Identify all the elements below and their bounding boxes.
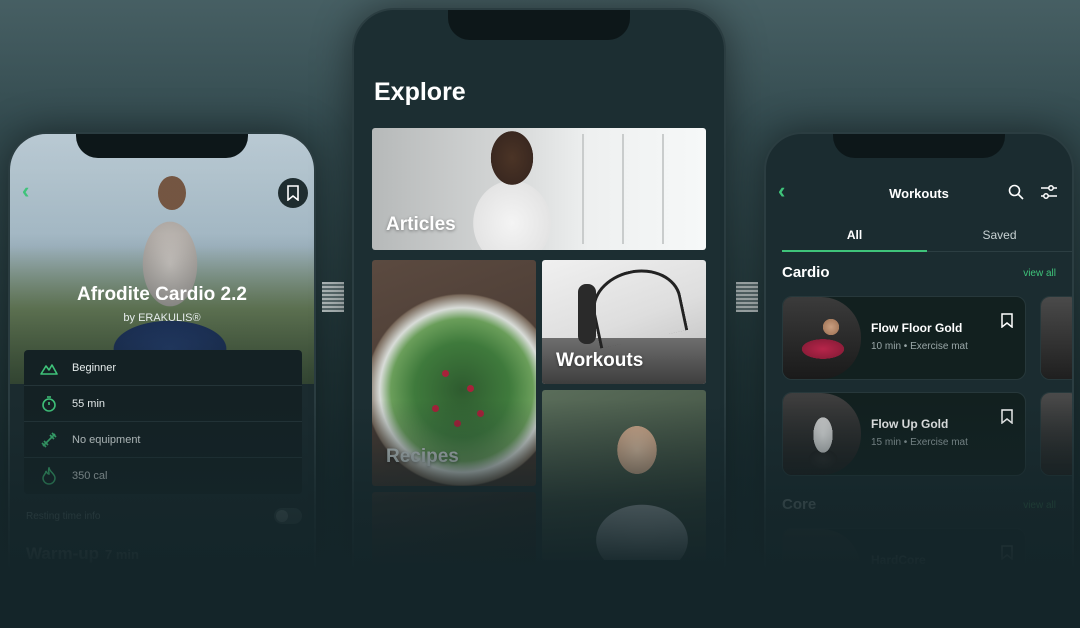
- articles-card-label: Articles: [386, 214, 456, 235]
- workout-tabs: All Saved: [782, 224, 1072, 252]
- lifestyle-card[interactable]: [542, 390, 706, 560]
- stopwatch-icon: [38, 394, 60, 414]
- warm-up-section-title: Warm-up 7 min: [26, 544, 139, 563]
- bookmark-icon[interactable]: [1001, 313, 1013, 328]
- workout-card-peek[interactable]: [1040, 296, 1072, 380]
- dumbbell-icon: [38, 430, 60, 450]
- detail-label: 55 min: [72, 397, 106, 410]
- workout-byline: by ERAKULIS®: [123, 312, 201, 324]
- workout-detail-phone: ‹ Afrodite Cardio 2.2 by ERAKULIS® Begin…: [8, 132, 316, 628]
- detail-label: Beginner: [72, 361, 117, 374]
- workout-card[interactable]: Flow Up Gold 15 min • Exercise mat: [782, 392, 1026, 476]
- bookmark-icon[interactable]: [1001, 409, 1013, 424]
- resting-time-label: Resting time info: [26, 510, 101, 522]
- workout-details-list: Beginner 55 min No equipment 350 cal: [24, 350, 302, 494]
- detail-calories: 350 cal: [24, 458, 302, 494]
- explore-phone: Explore Articles Recipes Workouts: [352, 8, 726, 628]
- workouts-card-label: Workouts: [556, 350, 644, 371]
- detail-label: No equipment: [72, 433, 141, 446]
- workout-title: Afrodite Cardio 2.2: [77, 284, 247, 305]
- phone-notch: [833, 134, 1005, 158]
- detail-duration: 55 min: [24, 386, 302, 422]
- divider-artifact: [736, 282, 758, 312]
- workout-card-peek[interactable]: [1040, 392, 1072, 476]
- detail-level: Beginner: [24, 350, 302, 386]
- filter-icon[interactable]: [1040, 184, 1058, 200]
- detail-equipment: No equipment: [24, 422, 302, 458]
- workout-thumbnail: [783, 297, 861, 379]
- bookmark-icon: [287, 185, 299, 201]
- workout-name: Flow Up Gold: [871, 417, 949, 431]
- resting-time-toggle[interactable]: [274, 508, 302, 524]
- workout-meta: 10 min • Exercise mat: [871, 341, 968, 352]
- cardio-view-all-link[interactable]: view all: [1023, 268, 1056, 279]
- core-view-all-link[interactable]: view all: [1023, 500, 1056, 511]
- workout-name: Flow Floor Gold: [871, 321, 963, 335]
- workout-name: HardCore: [871, 553, 926, 567]
- bookmark-button[interactable]: [278, 178, 308, 208]
- workout-thumbnail: [783, 529, 861, 611]
- workouts-list-phone: ‹ Workouts All Saved Cardio view all Flo…: [764, 132, 1074, 628]
- workouts-card[interactable]: Workouts: [542, 260, 706, 384]
- workout-card[interactable]: Flow Floor Gold 10 min • Exercise mat: [782, 296, 1026, 380]
- tab-all[interactable]: All: [782, 224, 927, 252]
- mountain-icon: [38, 358, 60, 378]
- bookmark-icon[interactable]: [1001, 545, 1013, 560]
- core-section-title: Core: [782, 496, 817, 513]
- phone-notch: [448, 10, 630, 40]
- page-title: Explore: [374, 78, 466, 106]
- resting-time-row: Resting time info: [26, 508, 302, 524]
- phone-notch: [76, 134, 248, 158]
- flame-icon: [38, 466, 60, 486]
- back-arrow-icon[interactable]: ‹: [22, 178, 29, 204]
- workout-meta: 15 min • Exercise mat: [871, 437, 968, 448]
- tab-saved[interactable]: Saved: [927, 224, 1072, 251]
- workout-thumbnail: [783, 393, 861, 475]
- extra-card[interactable]: [372, 492, 536, 572]
- search-icon[interactable]: [1008, 184, 1024, 200]
- workout-card[interactable]: HardCore: [782, 528, 1026, 612]
- warm-up-duration: 7 min: [105, 547, 139, 562]
- detail-label: 350 cal: [72, 470, 108, 482]
- recipes-card-label: Recipes: [386, 446, 459, 467]
- recipes-card[interactable]: Recipes: [372, 260, 536, 486]
- page-title: Workouts: [889, 186, 949, 201]
- articles-card[interactable]: Articles: [372, 128, 706, 250]
- cardio-section-title: Cardio: [782, 264, 830, 281]
- divider-artifact: [322, 282, 344, 312]
